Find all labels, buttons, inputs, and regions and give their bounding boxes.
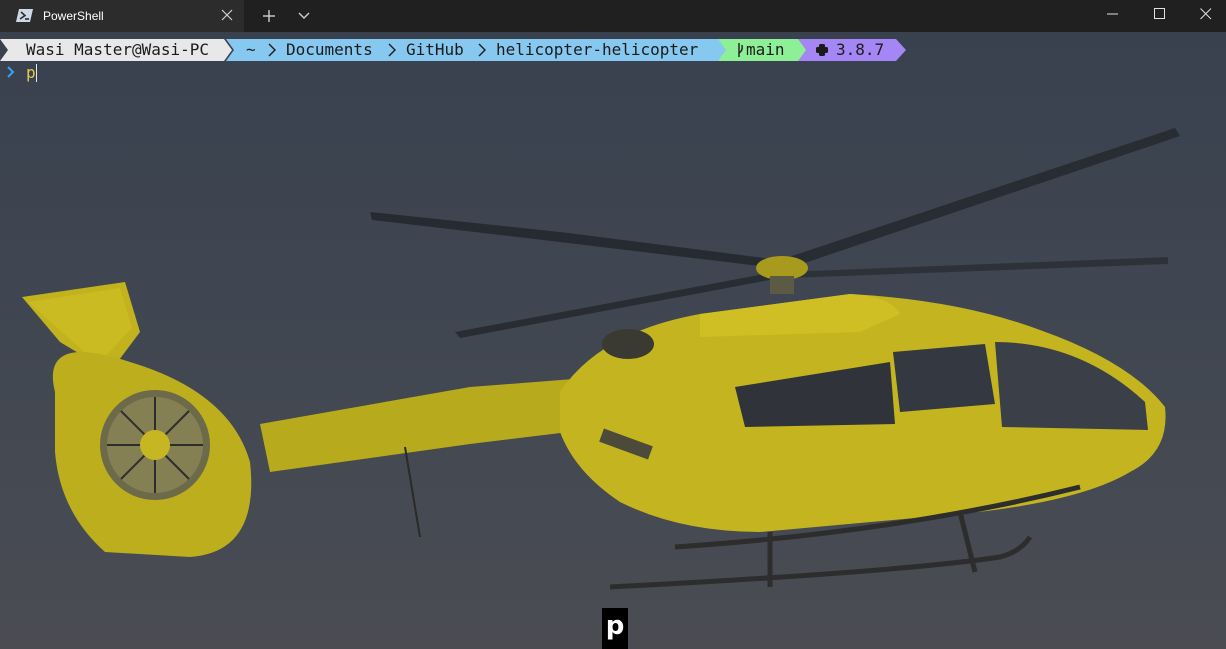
- helicopter-background-image: [22, 128, 1180, 590]
- prompt-user-segment: Wasi Master@Wasi-PC: [0, 39, 232, 61]
- terminal-window: PowerShell Wasi Master@Wasi-PC ~ Documen…: [0, 0, 1226, 649]
- maximize-icon: [1154, 8, 1165, 19]
- git-branch-icon: [738, 43, 743, 57]
- tab-close-icon[interactable]: [221, 9, 233, 21]
- powershell-icon: [16, 9, 33, 22]
- minimize-button[interactable]: [1091, 0, 1137, 30]
- terminal-pane[interactable]: Wasi Master@Wasi-PC ~ Documents GitHub h…: [0, 32, 1226, 649]
- minimize-icon: [1107, 13, 1118, 15]
- prompt-chevron-icon: [7, 66, 15, 78]
- path-separator-icon: [268, 43, 276, 57]
- close-button[interactable]: [1184, 0, 1226, 30]
- prompt-user: Wasi Master@Wasi-PC: [26, 40, 210, 59]
- title-bar: PowerShell: [0, 0, 1226, 32]
- path-separator-icon: [388, 43, 396, 57]
- path-home: ~: [246, 40, 256, 59]
- path-documents: Documents: [286, 40, 373, 59]
- typed-command: p: [26, 63, 36, 82]
- path-repo: helicopter-helicopter: [496, 40, 699, 59]
- python-icon: [816, 44, 828, 56]
- text-cursor: [36, 64, 37, 82]
- prompt-line: Wasi Master@Wasi-PC ~ Documents GitHub h…: [0, 39, 1226, 61]
- git-branch: main: [746, 40, 785, 59]
- prompt-git-segment: main: [718, 39, 808, 61]
- path-github: GitHub: [406, 40, 464, 59]
- tab-powershell[interactable]: PowerShell: [0, 0, 244, 32]
- prompt-python-segment: 3.8.7: [798, 39, 906, 61]
- tab-title: PowerShell: [43, 9, 104, 23]
- new-tab-icon[interactable]: [258, 6, 280, 26]
- python-version: 3.8.7: [836, 40, 885, 59]
- keystroke-overlay: p: [602, 608, 628, 649]
- close-icon: [1200, 8, 1212, 20]
- path-separator-icon: [478, 43, 486, 57]
- maximize-button[interactable]: [1138, 0, 1184, 30]
- chevron-down-icon[interactable]: [294, 8, 314, 24]
- prompt-path-segment: ~ Documents GitHub helicopter-helicopter: [226, 39, 728, 61]
